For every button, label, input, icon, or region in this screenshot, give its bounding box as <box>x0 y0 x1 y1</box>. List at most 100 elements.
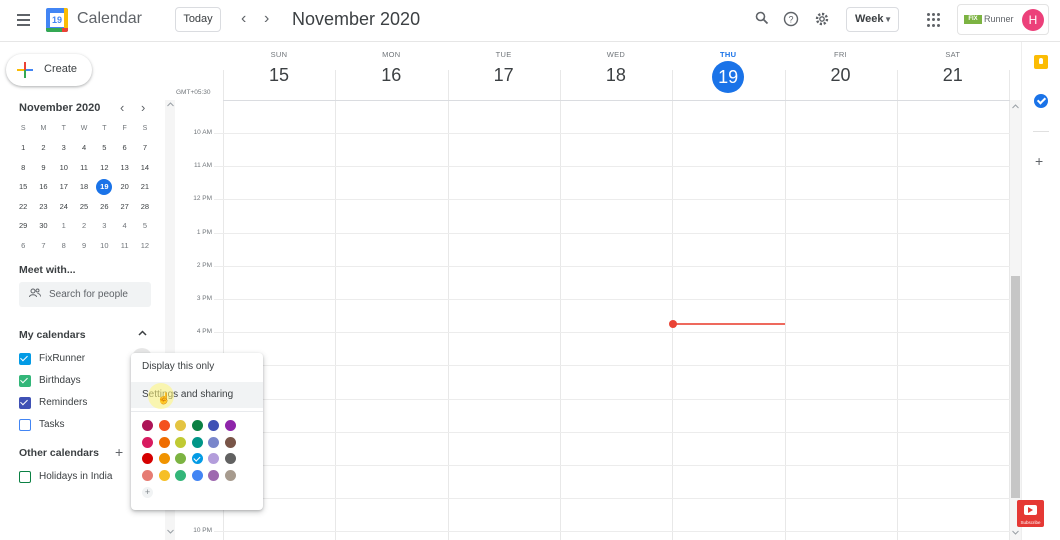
day-date[interactable]: 17 <box>448 65 560 86</box>
day-date[interactable]: 16 <box>335 65 447 86</box>
mini-calendar-day[interactable]: 20 <box>114 177 134 197</box>
mini-calendar-day[interactable]: 22 <box>13 197 33 217</box>
mini-calendar-day[interactable]: 6 <box>13 236 33 256</box>
mini-calendar-day[interactable]: 8 <box>13 158 33 178</box>
search-icon[interactable] <box>753 11 771 29</box>
color-swatch[interactable] <box>175 469 186 481</box>
grid-scroll-up-icon[interactable] <box>1012 102 1019 111</box>
day-header-wed[interactable]: WED 18 <box>560 50 672 86</box>
menu-item-settings-and-sharing[interactable]: Settings and sharing <box>131 382 263 408</box>
calendar-checkbox[interactable] <box>19 419 31 431</box>
mini-calendar-day[interactable]: 12 <box>135 236 155 256</box>
mini-calendar-day[interactable]: 5 <box>94 138 114 158</box>
day-header-mon[interactable]: MON 16 <box>335 50 447 86</box>
subscribe-badge[interactable]: Subscribe <box>1017 500 1044 527</box>
tasks-icon[interactable] <box>1034 94 1048 108</box>
mini-calendar-day[interactable]: 4 <box>114 216 134 236</box>
color-swatch[interactable] <box>224 453 236 464</box>
keep-icon[interactable] <box>1034 55 1048 69</box>
mini-calendar-day[interactable]: 1 <box>13 138 33 158</box>
calendar-checkbox[interactable] <box>19 375 31 387</box>
mini-calendar-day[interactable]: 4 <box>74 138 94 158</box>
mini-calendar-day[interactable]: 8 <box>54 236 74 256</box>
color-swatch[interactable] <box>142 436 153 448</box>
chevron-up-icon[interactable] <box>138 328 147 339</box>
mini-calendar-day[interactable]: 24 <box>54 197 74 217</box>
mini-calendar-day[interactable]: 3 <box>94 216 114 236</box>
mini-calendar-day[interactable]: 3 <box>54 138 74 158</box>
mini-calendar-next-button[interactable]: › <box>141 100 145 115</box>
day-header-sat[interactable]: SAT 21 <box>897 50 1009 86</box>
mini-calendar-day[interactable]: 14 <box>135 158 155 178</box>
mini-calendar-day[interactable]: 5 <box>135 216 155 236</box>
mini-calendar-day[interactable]: 16 <box>33 177 53 197</box>
today-button[interactable]: Today <box>175 7 221 32</box>
mini-calendar-day[interactable]: 1 <box>54 216 74 236</box>
google-apps-grid-icon[interactable] <box>927 13 941 27</box>
day-date[interactable]: 18 <box>560 65 672 86</box>
mini-calendar-day[interactable]: 9 <box>33 158 53 178</box>
color-swatch-selected[interactable] <box>191 453 203 464</box>
color-swatch[interactable] <box>142 453 153 464</box>
create-button[interactable]: Create <box>6 54 92 86</box>
mini-calendar-day[interactable]: 15 <box>13 177 33 197</box>
day-header-thu[interactable]: THU 19 <box>672 50 784 93</box>
calendar-checkbox[interactable] <box>19 471 31 483</box>
menu-item-display-this-only[interactable]: Display this only <box>131 354 263 380</box>
account-switcher[interactable]: FIX Runner H <box>957 4 1049 35</box>
color-swatch[interactable] <box>158 469 170 481</box>
color-swatch[interactable] <box>224 436 236 448</box>
day-header-sun[interactable]: SUN 15 <box>223 50 335 86</box>
day-date[interactable]: 19 <box>712 61 745 93</box>
color-swatch[interactable] <box>224 420 236 431</box>
mini-calendar-day[interactable]: 10 <box>94 236 114 256</box>
day-date[interactable]: 20 <box>785 65 897 86</box>
color-swatch[interactable] <box>224 469 236 481</box>
calendar-checkbox[interactable] <box>19 397 31 409</box>
grid-scrollbar-thumb[interactable] <box>1011 276 1020 498</box>
add-custom-color-button[interactable]: + <box>142 487 153 498</box>
day-header-tue[interactable]: TUE 17 <box>448 50 560 86</box>
mini-calendar-day[interactable]: 23 <box>33 197 53 217</box>
mini-calendar-day[interactable]: 26 <box>94 197 114 217</box>
mini-calendar-day[interactable]: 18 <box>74 177 94 197</box>
mini-calendar-day[interactable]: 9 <box>74 236 94 256</box>
mini-calendar-day[interactable]: 6 <box>114 138 134 158</box>
calendar-checkbox[interactable] <box>19 353 31 365</box>
get-addons-button[interactable]: + <box>1035 153 1043 169</box>
next-week-button[interactable]: › <box>264 10 269 28</box>
color-swatch[interactable] <box>142 469 153 481</box>
mini-calendar-day[interactable]: 12 <box>94 158 114 178</box>
mini-calendar-today[interactable]: 19 <box>94 177 114 197</box>
color-swatch[interactable] <box>158 436 170 448</box>
grid-scroll-down-icon[interactable] <box>1012 528 1019 537</box>
other-calendars-heading[interactable]: Other calendars <box>19 447 99 459</box>
view-selector-dropdown[interactable]: Week ▼ <box>846 7 899 32</box>
color-swatch[interactable] <box>175 436 186 448</box>
mini-calendar-day[interactable]: 30 <box>33 216 53 236</box>
color-swatch[interactable] <box>158 420 170 431</box>
mini-calendar-day[interactable]: 2 <box>33 138 53 158</box>
mini-calendar-day[interactable]: 25 <box>74 197 94 217</box>
my-calendars-heading[interactable]: My calendars <box>19 329 86 341</box>
mini-calendar-day[interactable]: 27 <box>114 197 134 217</box>
mini-calendar-prev-button[interactable]: ‹ <box>120 100 124 115</box>
color-swatch[interactable] <box>142 420 153 431</box>
mini-calendar-day[interactable]: 7 <box>135 138 155 158</box>
mini-calendar-day[interactable]: 28 <box>135 197 155 217</box>
mini-calendar-day[interactable]: 2 <box>74 216 94 236</box>
color-swatch[interactable] <box>208 420 219 431</box>
color-swatch[interactable] <box>191 420 203 431</box>
day-date[interactable]: 21 <box>897 65 1009 86</box>
color-swatch[interactable] <box>175 420 186 431</box>
add-other-calendar-button[interactable]: + <box>115 444 123 460</box>
color-swatch[interactable] <box>208 436 219 448</box>
mini-calendar-day[interactable]: 29 <box>13 216 33 236</box>
color-swatch[interactable] <box>208 453 219 464</box>
day-date[interactable]: 15 <box>223 65 335 86</box>
color-swatch[interactable] <box>175 453 186 464</box>
mini-calendar-day[interactable]: 13 <box>114 158 134 178</box>
previous-week-button[interactable]: ‹ <box>241 10 246 28</box>
help-icon[interactable]: ? <box>782 11 800 29</box>
mini-calendar-day[interactable]: 7 <box>33 236 53 256</box>
